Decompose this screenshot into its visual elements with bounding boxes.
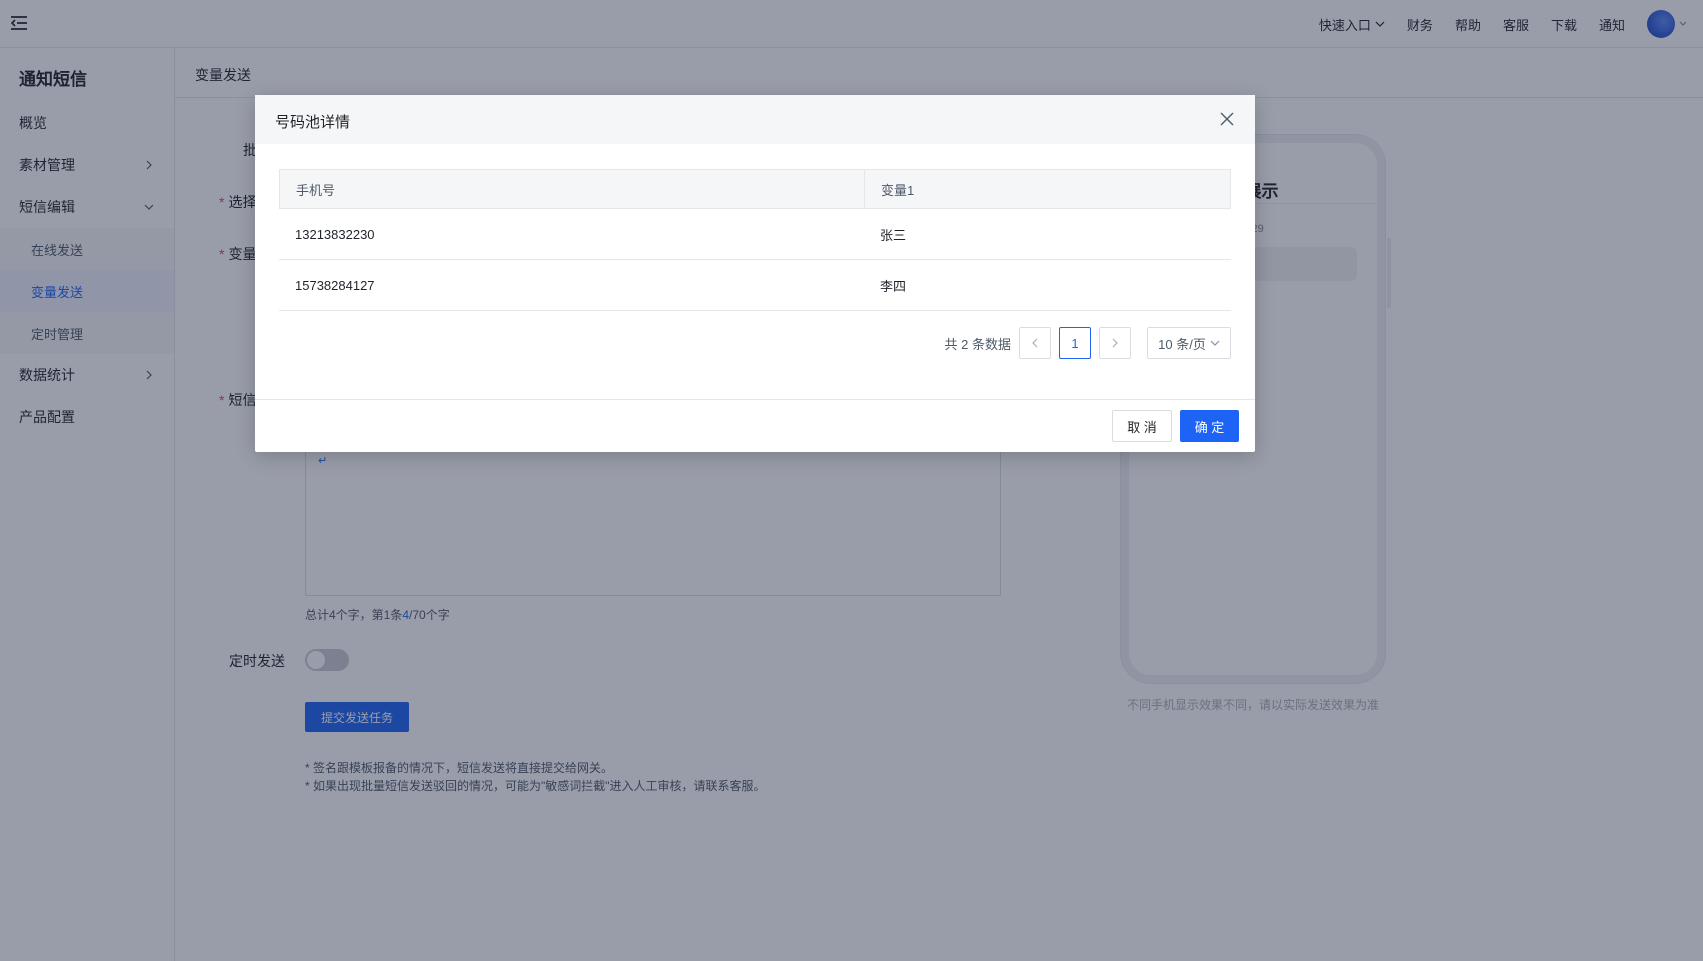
cell-variable: 张三 xyxy=(880,227,907,243)
chevron-down-icon xyxy=(1210,340,1220,346)
number-pool-table: 手机号 变量1 13213832230 张三 15738284127 李四 xyxy=(279,169,1231,311)
pagination-total: 共 2 条数据 xyxy=(944,336,1011,352)
prev-page-button[interactable] xyxy=(1019,327,1051,359)
number-pool-modal: 号码池详情 手机号 变量1 13213832230 张三 15738284127… xyxy=(255,95,1255,452)
modal-footer: 取 消 确 定 xyxy=(255,399,1255,452)
column-header-variable: 变量1 xyxy=(881,182,915,198)
page-size-value: 10 条/页 xyxy=(1158,336,1206,352)
next-page-button[interactable] xyxy=(1099,327,1131,359)
modal-title: 号码池详情 xyxy=(275,114,351,131)
modal-header: 号码池详情 xyxy=(255,95,1255,144)
chevron-right-icon xyxy=(1112,338,1118,348)
cell-phone: 15738284127 xyxy=(295,277,375,293)
column-header-phone: 手机号 xyxy=(280,170,865,208)
pagination: 共 2 条数据 1 10 条/页 xyxy=(945,327,1231,359)
table-row: 13213832230 张三 xyxy=(279,209,1231,260)
close-icon[interactable] xyxy=(1219,111,1235,127)
confirm-button[interactable]: 确 定 xyxy=(1180,410,1239,442)
cell-variable: 李四 xyxy=(880,278,907,294)
cell-phone: 13213832230 xyxy=(295,226,375,242)
table-row: 15738284127 李四 xyxy=(279,260,1231,311)
page-size-select[interactable]: 10 条/页 xyxy=(1147,327,1231,359)
cancel-button[interactable]: 取 消 xyxy=(1112,410,1172,442)
page-button[interactable]: 1 xyxy=(1059,327,1091,359)
chevron-left-icon xyxy=(1032,338,1038,348)
table-header: 手机号 变量1 xyxy=(279,169,1231,209)
